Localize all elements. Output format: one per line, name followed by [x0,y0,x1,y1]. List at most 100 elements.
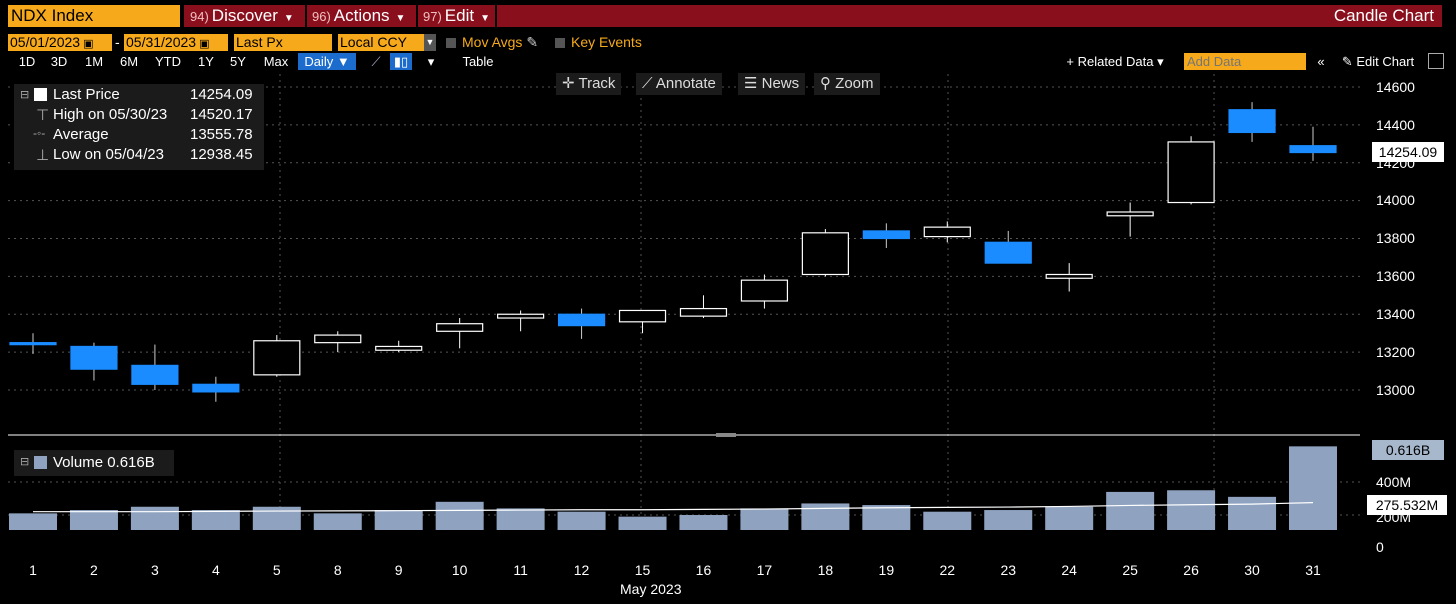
news-label: News [761,75,800,92]
candle [618,309,667,334]
legend-low-value: 12938.45 [190,146,253,163]
candle-body [375,345,423,351]
vol-tick-label: 400M [1376,474,1412,490]
news-tool[interactable]: ☰ News [738,73,806,95]
x-tick-label: 9 [394,562,403,578]
candle-body [679,307,728,317]
legend-average-value: 13555.78 [190,126,253,143]
news-icon: ☰ [744,75,762,92]
candle-body [9,342,57,346]
candle [314,331,362,353]
legend-last-label: Last Price [53,86,120,103]
candle-body [70,345,118,370]
candle-body [253,340,301,376]
candle-body [1106,211,1154,217]
candle-body [1289,145,1337,154]
track-label: Track [578,75,616,92]
annotate-tool[interactable]: ⟋ Annotate [636,73,722,95]
x-tick-label: 17 [756,562,773,578]
x-tick-label: 3 [150,562,159,578]
legend-high-value: 14520.17 [190,106,253,123]
candle [1106,202,1154,237]
volume-bar [1228,496,1277,530]
x-tick-label: 25 [1122,562,1138,578]
candle-body [436,323,484,332]
candle-body [497,313,545,319]
volume-bar [1045,506,1094,530]
volume-bar [9,513,57,530]
volume-bar [679,515,728,530]
candle [375,340,423,353]
high-marker-icon: ⊤ [36,107,50,124]
volume-legend: ⊟ Volume 0.616B [14,450,174,476]
candle [436,318,484,349]
volume-bar [1106,491,1155,530]
zoom-tool[interactable]: ⚲ Zoom [814,73,880,95]
volume-bar [1289,446,1337,530]
volume-bar [435,501,484,530]
volume-bar [252,506,301,530]
legend-average-label: Average [53,126,109,143]
x-tick-label: 12 [573,562,590,578]
volume-bar [923,511,972,530]
candle-body [801,232,849,276]
candle-body [131,364,179,385]
candle [253,335,301,377]
zoom-label: Zoom [835,75,874,92]
low-marker-icon: ⊥ [36,147,50,164]
candle-body [314,334,362,344]
candle [1167,136,1215,205]
candle [131,344,179,390]
resize-handle [716,433,736,437]
volume-bar [130,506,179,530]
magnifier-icon: ⚲ [820,75,836,92]
volume-bar [801,503,850,530]
volume-legend-label: Volume 0.616B [53,454,155,471]
volume-bar [191,510,240,530]
x-tick-label: 16 [695,562,712,578]
volume-bar [740,508,789,530]
volume-bar [374,510,423,530]
crosshair-icon: ✛ [562,75,579,92]
y-tick-label: 13800 [1376,230,1415,246]
volume-bar [862,505,911,530]
candle-body [923,226,971,238]
volume-bar [496,508,545,530]
x-tick-label: 22 [939,562,956,578]
candle [923,221,971,243]
volume-bar [1167,490,1216,530]
candle [70,342,118,381]
volume-bar [984,510,1033,530]
x-tick-label: 4 [211,562,220,578]
x-tick-label: 15 [634,562,651,578]
candle [557,308,606,339]
y-tick-label: 14400 [1376,117,1415,133]
x-tick-label: 24 [1061,562,1077,578]
x-tick-label: 31 [1305,562,1321,578]
collapse-icon[interactable]: ⊟ [20,455,29,468]
track-tool[interactable]: ✛ Track [556,73,622,95]
collapse-icon[interactable]: ⊟ [20,88,29,101]
annotate-label: Annotate [655,75,716,92]
x-tick-label: 1 [29,562,37,578]
last-price-swatch [34,88,47,101]
legend-high-label: High on 05/30/23 [53,106,168,123]
x-tick-label: 2 [90,562,98,578]
x-tick-label: 19 [878,562,895,578]
last-price-box: 14254.09 [1372,142,1444,162]
legend-low-label: Low on 05/04/23 [53,146,164,163]
y-tick-label: 13200 [1376,344,1415,360]
candle [1289,126,1337,161]
x-axis-title: May 2023 [620,581,682,597]
legend-last-value: 14254.09 [190,86,253,103]
candle [1045,263,1093,292]
y-tick-label: 13000 [1376,382,1415,398]
volume-swatch [34,456,47,469]
vol-tick-label: 0 [1376,539,1384,555]
x-tick-label: 30 [1244,562,1260,578]
volume-bar [618,516,667,530]
y-tick-label: 14600 [1376,79,1415,95]
expand-icon[interactable] [1428,53,1444,69]
candle [740,274,789,309]
candle-body [618,309,667,323]
